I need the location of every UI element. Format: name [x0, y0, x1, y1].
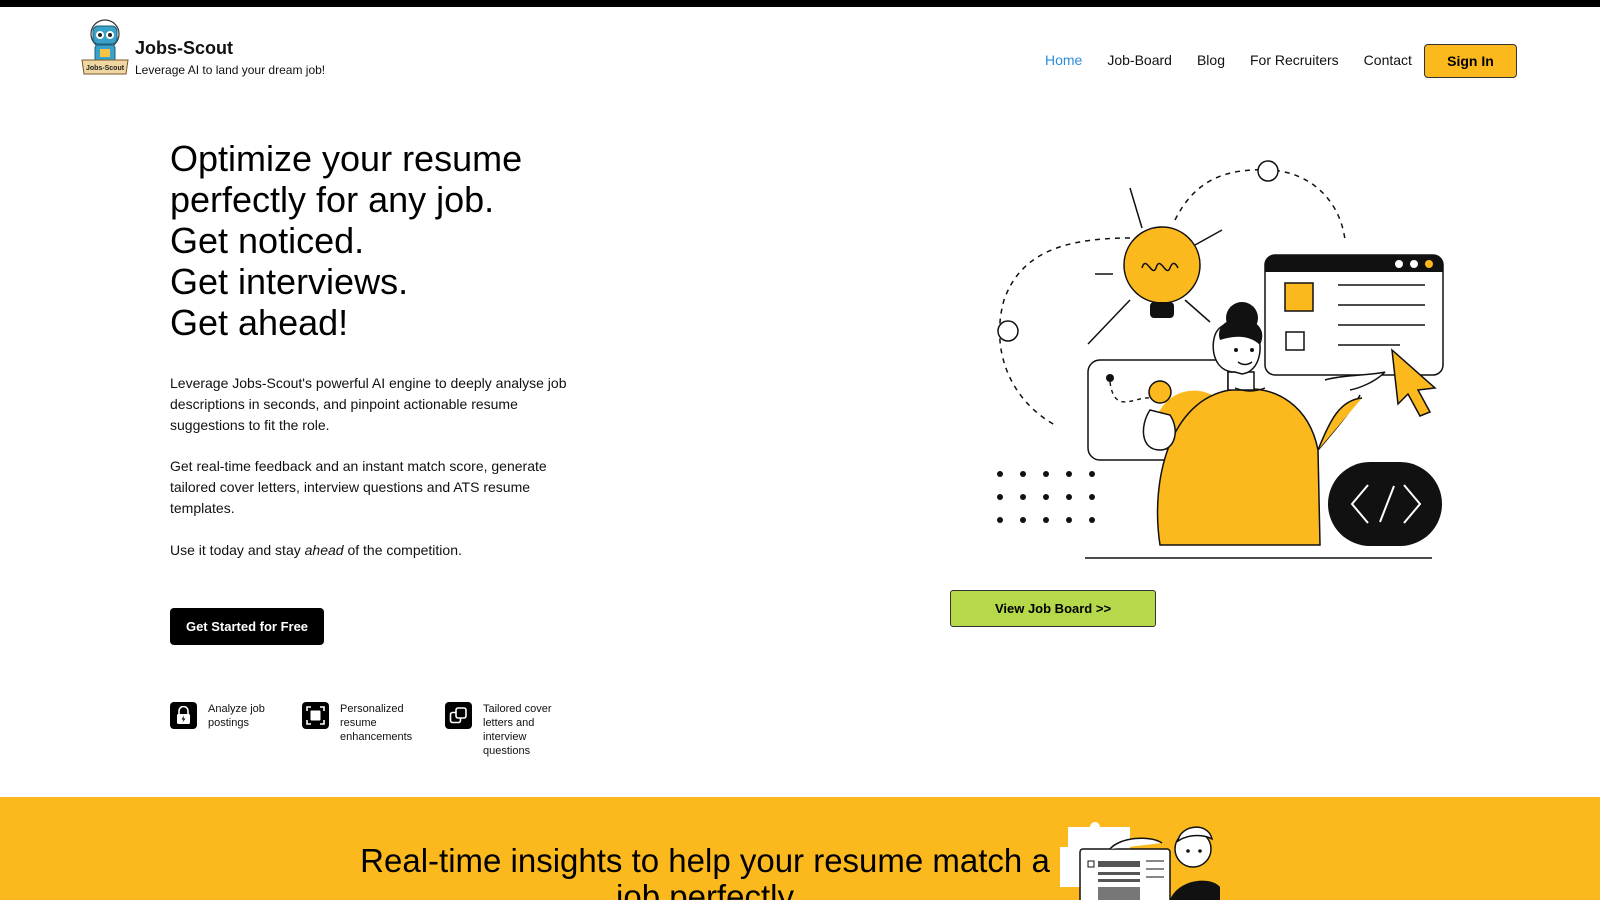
lock-bolt-icon [170, 702, 197, 729]
nav-home[interactable]: Home [1045, 52, 1082, 68]
nav-for-recruiters[interactable]: For Recruiters [1250, 52, 1339, 68]
feature-label: Analyze job postings [208, 703, 265, 729]
insights-title: Real-time insights to help your resume m… [360, 842, 1050, 900]
p3-after: of the competition. [343, 542, 462, 558]
feature-personalized: Personalized resume enhancements [302, 702, 427, 744]
hero-title-line: perfectly for any job. [170, 179, 495, 220]
hero-paragraph-engine: Leverage Jobs-Scout's powerful AI engine… [170, 375, 567, 433]
jobs-scout-logo[interactable]: Jobs-Scout [80, 18, 130, 80]
brand-name[interactable]: Jobs-Scout [135, 38, 233, 59]
insights-illustration [1060, 817, 1220, 900]
feature-label: Personalized resume enhancements [340, 703, 413, 743]
nav-blog[interactable]: Blog [1197, 52, 1225, 68]
feature-tailored: Tailored cover letters and interview que… [445, 702, 565, 758]
frame-square-icon [302, 702, 329, 729]
feature-label: Tailored cover letters and interview que… [483, 703, 552, 757]
hero-title-line: Get ahead! [170, 302, 349, 343]
logo-lettering: Jobs-Scout [86, 65, 125, 72]
main-nav: Home Job-Board Blog For Recruiters Conta… [1045, 52, 1412, 68]
get-started-button[interactable]: Get Started for Free [170, 608, 324, 645]
hero-paragraph-feedback: Get real-time feedback and an instant ma… [170, 458, 547, 516]
hero-title: Optimize your resume perfectly for any j… [170, 138, 522, 343]
view-job-board-button[interactable]: View Job Board >> [950, 590, 1156, 627]
brand-tagline: Leverage AI to land your dream job! [135, 63, 326, 77]
hero-title-line: Optimize your resume [170, 138, 523, 179]
hero-title-line: Get interviews. [170, 261, 409, 302]
hero-paragraph-competition: Use it today and stay ahead of the compe… [170, 540, 585, 561]
hero-illustration [980, 150, 1450, 575]
overlap-squares-icon [445, 702, 472, 729]
feature-analyze: Analyze job postings [170, 702, 280, 730]
nav-contact[interactable]: Contact [1364, 52, 1412, 68]
p3-before: Use it today and stay [170, 542, 305, 558]
nav-job-board[interactable]: Job-Board [1107, 52, 1172, 68]
sign-in-button[interactable]: Sign In [1424, 44, 1517, 78]
insights-band: Real-time insights to help your resume m… [0, 797, 1600, 900]
top-border [0, 0, 1600, 7]
hero-title-line: Get noticed. [170, 220, 365, 261]
p3-emphasis: ahead [304, 542, 344, 558]
